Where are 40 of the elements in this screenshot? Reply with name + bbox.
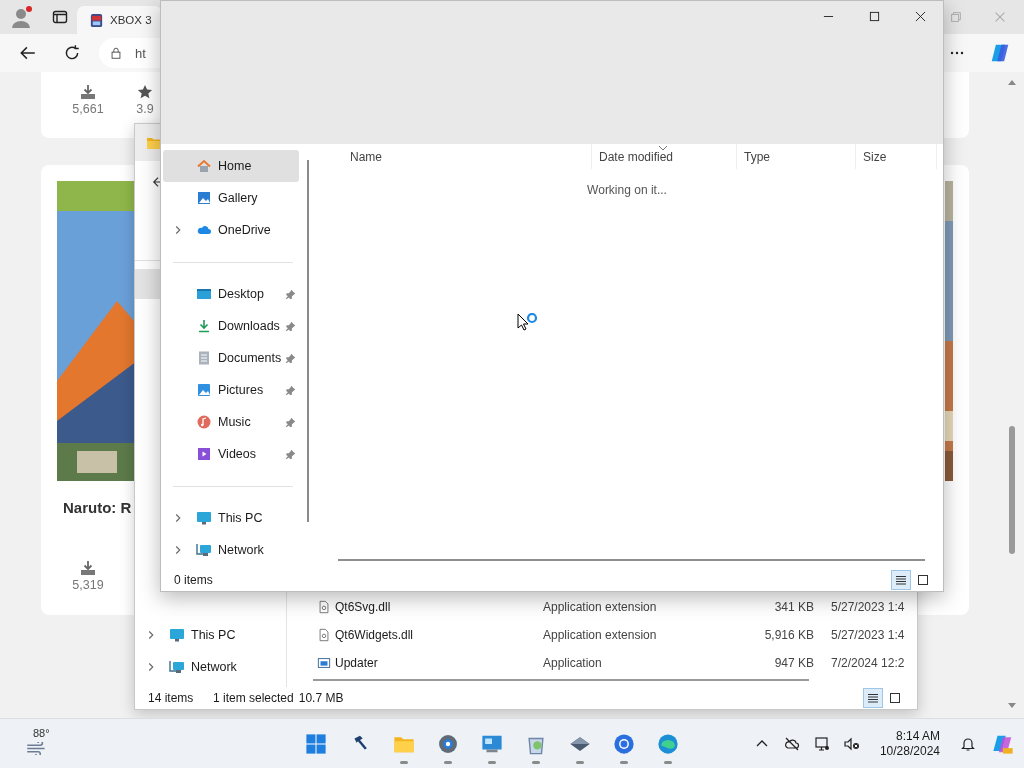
file-type: Application extension: [543, 628, 658, 642]
browser-tab[interactable]: XBOX 3: [77, 6, 162, 34]
file-name[interactable]: Qt6Widgets.dll: [335, 628, 543, 642]
stat-value: 5,319: [72, 578, 104, 592]
file-date: 5/27/2023 1:4: [831, 628, 905, 642]
column-header[interactable]: Name: [311, 144, 592, 169]
nav-item[interactable]: Documents: [163, 342, 299, 374]
weather-widget[interactable]: 88°: [24, 730, 60, 757]
file-type: Application extension: [543, 600, 658, 614]
nav-item[interactable]: Network: [163, 534, 299, 566]
loading-message: Working on it...: [587, 183, 667, 197]
file-size: 5,916 KB: [763, 628, 814, 642]
nav-item[interactable]: Desktop: [163, 278, 299, 310]
file-date: 7/2/2024 12:2: [831, 656, 905, 670]
column-header[interactable]: Size: [856, 144, 937, 169]
stat-value: 3.9: [136, 102, 154, 116]
file-size: 947 KB: [773, 656, 814, 670]
nav-item[interactable]: Home: [163, 150, 299, 182]
file-name[interactable]: Updater: [335, 656, 543, 670]
column-header[interactable]: Date modified: [592, 144, 737, 169]
nav-item[interactable]: Downloads: [163, 310, 299, 342]
nav-item[interactable]: This PC: [135, 619, 286, 651]
nav-item[interactable]: OneDrive: [163, 214, 299, 246]
nav-item[interactable]: Gallery: [163, 182, 299, 214]
stat-value: 5,661: [72, 102, 104, 116]
nav-item[interactable]: Music: [163, 406, 299, 438]
file-name[interactable]: Qt6Svg.dll: [335, 600, 543, 614]
selection-count: 1 item selected: [213, 691, 294, 705]
item-count: 0 items: [174, 573, 213, 587]
column-header[interactable]: Type: [737, 144, 856, 169]
file-type: Application: [543, 656, 603, 670]
nav-item[interactable]: Videos: [163, 438, 299, 470]
file-size: 341 KB: [773, 600, 814, 614]
nav-item[interactable]: Network: [135, 651, 286, 683]
nav-item[interactable]: This PC: [163, 502, 299, 534]
clock[interactable]: 8:14 AM 10/28/2024: [879, 728, 940, 759]
selection-size: 10.7 MB: [298, 691, 344, 705]
file-date: 5/27/2023 1:4: [831, 600, 905, 614]
nav-item[interactable]: Pictures: [163, 374, 299, 406]
item-count: 14 items: [148, 691, 195, 705]
